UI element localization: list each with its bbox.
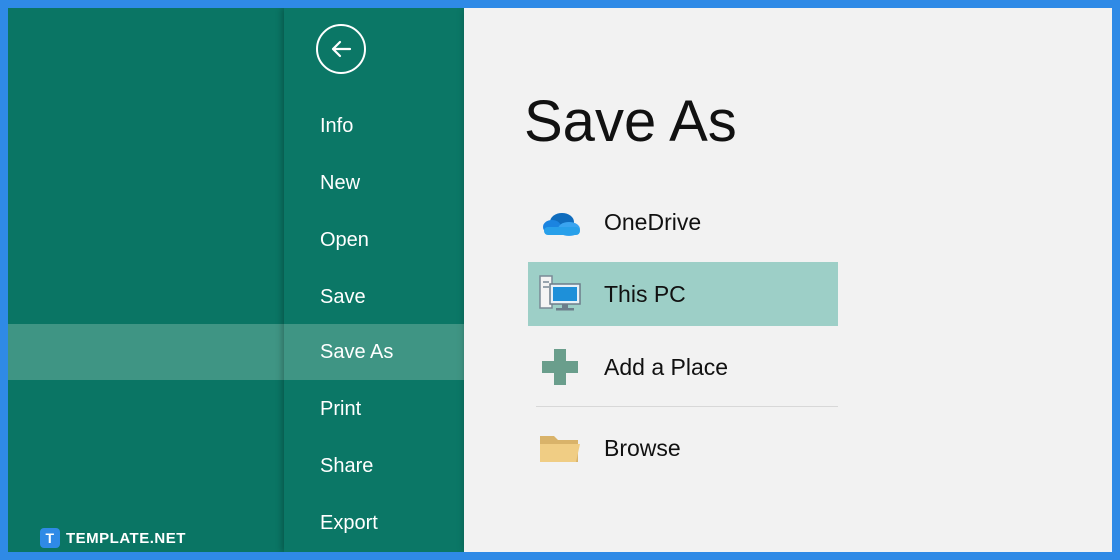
nav-item-new[interactable]: New xyxy=(284,155,464,211)
locations-divider xyxy=(536,406,838,407)
nav-item-print[interactable]: Print xyxy=(284,381,464,437)
app-window: Info New Open Save Save As Print Share E… xyxy=(8,8,1112,552)
right-empty-pane xyxy=(838,8,1112,552)
this-pc-icon xyxy=(539,275,581,311)
backstage-nav: Info New Open Save Save As Print Share E… xyxy=(284,8,464,552)
location-onedrive[interactable]: OneDrive xyxy=(528,190,838,254)
nav-item-open[interactable]: Open xyxy=(284,212,464,268)
nav-item-share[interactable]: Share xyxy=(284,438,464,494)
back-button[interactable] xyxy=(316,24,366,74)
plus-icon xyxy=(542,349,578,385)
onedrive-cloud-icon xyxy=(543,213,580,236)
location-add-a-place[interactable]: Add a Place xyxy=(528,335,838,399)
save-as-panel: Save As OneDrive This PC Add a Place Bro… xyxy=(464,8,838,552)
location-label: Add a Place xyxy=(604,354,729,380)
location-this-pc[interactable]: This PC xyxy=(528,262,838,326)
nav-item-info[interactable]: Info xyxy=(284,98,464,154)
location-label: This PC xyxy=(604,281,686,307)
location-label: Browse xyxy=(604,435,681,461)
folder-icon xyxy=(540,436,580,462)
template-logo-icon: T xyxy=(40,528,60,548)
nav-item-save-as[interactable]: Save As xyxy=(284,324,464,380)
back-arrow-icon xyxy=(331,40,352,58)
location-label: OneDrive xyxy=(604,209,702,235)
backstage-left-strip xyxy=(8,8,284,552)
watermark-text: TEMPLATE.NET xyxy=(66,529,186,547)
nav-item-export[interactable]: Export xyxy=(284,495,464,551)
nav-item-save[interactable]: Save xyxy=(284,269,464,325)
location-browse[interactable]: Browse xyxy=(528,416,838,480)
template-watermark: T TEMPLATE.NET xyxy=(40,527,186,549)
active-row-highlight xyxy=(8,324,284,380)
page-title: Save As xyxy=(524,89,737,154)
